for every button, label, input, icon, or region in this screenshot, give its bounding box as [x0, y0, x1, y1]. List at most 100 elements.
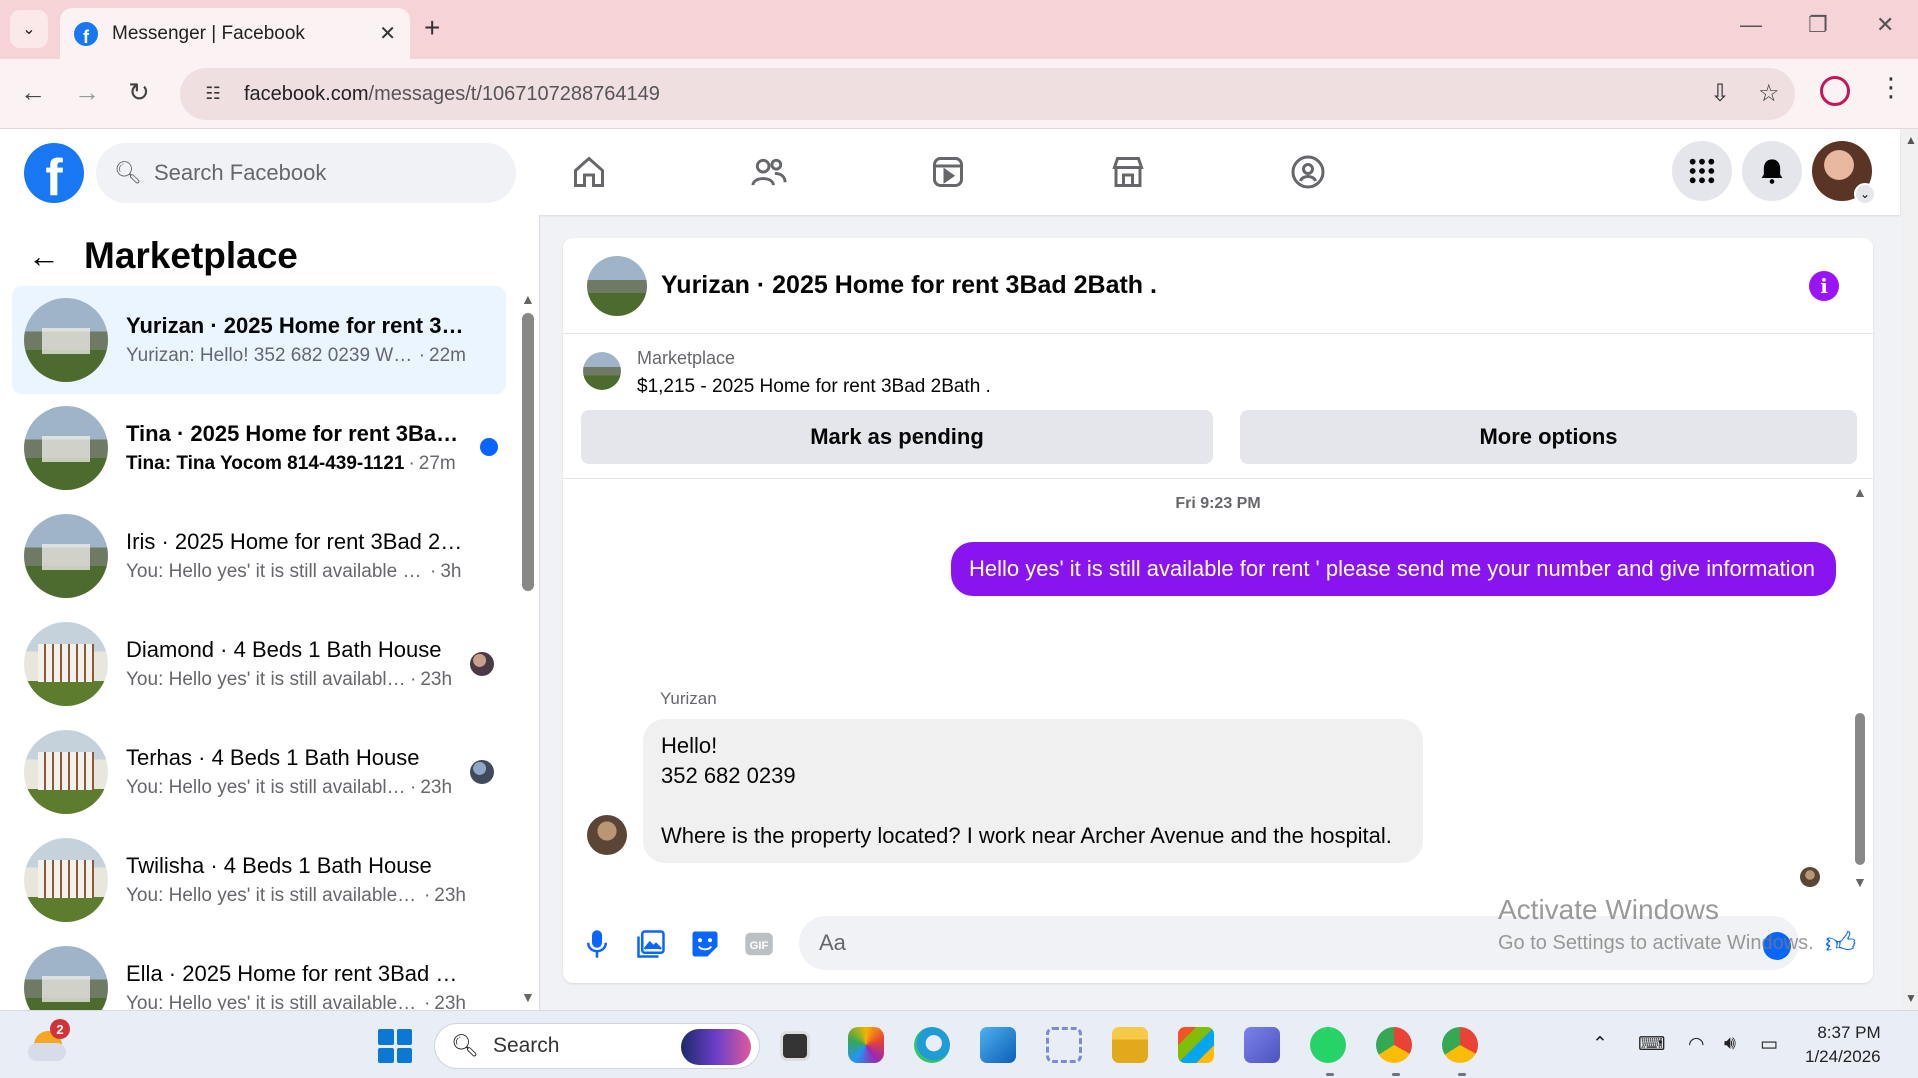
- chat-scroll-up-icon[interactable]: ▲: [1853, 484, 1867, 500]
- whatsapp-icon[interactable]: [1310, 1027, 1346, 1063]
- tab-search-button[interactable]: ⌄: [10, 10, 48, 48]
- bookmark-star-icon[interactable]: ☆: [1758, 79, 1780, 108]
- window-close-icon[interactable]: ✕: [1876, 12, 1894, 38]
- conversation-scrollbar[interactable]: [522, 313, 534, 591]
- home-icon[interactable]: [566, 149, 612, 195]
- page-scrollbar[interactable]: ▲ ▼: [1902, 129, 1918, 1010]
- outgoing-message[interactable]: Hello yes' it is still available for ren…: [951, 542, 1836, 596]
- conversation-item[interactable]: Yurizan · 2025 Home for rent 3Bad 2Bath …: [12, 286, 506, 394]
- conversation-time: 23h: [420, 669, 453, 690]
- wifi-icon[interactable]: ◠: [1688, 1033, 1705, 1056]
- listing-avatar[interactable]: [583, 352, 621, 390]
- conversation-title: Tina · 2025 Home for rent 3Bad 2Bath .: [126, 421, 466, 446]
- more-options-button[interactable]: More options: [1240, 410, 1857, 464]
- windows-start-icon[interactable]: [378, 1029, 412, 1063]
- taskbar-search-label: Search: [492, 1034, 560, 1057]
- listing-thumbnail: [24, 946, 108, 1010]
- file-explorer-icon[interactable]: [1112, 1027, 1148, 1063]
- chat-avatar[interactable]: [587, 255, 647, 316]
- conversation-item[interactable]: Iris · 2025 Home for rent 3Bad 2Bath . Y…: [12, 502, 506, 610]
- url-text[interactable]: facebook.com/messages/t/1067107288764149: [244, 83, 660, 106]
- conversation-title: Yurizan · 2025 Home for rent 3Bad 2Bath …: [126, 313, 466, 338]
- install-app-icon[interactable]: ⇩: [1710, 79, 1730, 108]
- site-info-icon[interactable]: ☷: [198, 79, 228, 109]
- listing-thumbnail: [24, 730, 108, 814]
- video-icon[interactable]: [925, 149, 971, 195]
- panel-title: Marketplace: [84, 235, 298, 276]
- microphone-icon[interactable]: [581, 928, 613, 960]
- page-scroll-down-icon[interactable]: ▼: [1905, 991, 1917, 1005]
- facebook-search[interactable]: 🔍︎: [96, 143, 516, 203]
- mark-as-pending-button[interactable]: Mark as pending: [581, 410, 1213, 464]
- scroll-up-arrow-icon[interactable]: ▲: [521, 291, 535, 307]
- conversation-item[interactable]: Twilisha · 4 Beds 1 Bath House You: Hell…: [12, 826, 506, 934]
- minimize-icon[interactable]: —: [1740, 12, 1762, 38]
- listing-thumbnail: [24, 406, 108, 490]
- volume-icon[interactable]: 🔊︎: [1724, 1033, 1736, 1055]
- snipping-tool-icon[interactable]: [1046, 1027, 1082, 1063]
- forward-icon[interactable]: →: [74, 77, 100, 108]
- keyboard-icon[interactable]: ⌨: [1638, 1033, 1665, 1056]
- conversation-panel: ← Marketplace Yurizan · 2025 Home for re…: [0, 215, 540, 1010]
- chat-scroll-down-icon[interactable]: ▼: [1853, 874, 1867, 890]
- facebook-search-input[interactable]: [153, 160, 494, 186]
- conversation-item[interactable]: Diamond · 4 Beds 1 Bath House You: Hello…: [12, 610, 506, 718]
- facebook-favicon-icon: f: [74, 21, 98, 46]
- back-arrow-icon[interactable]: ←: [28, 238, 60, 275]
- marketplace-icon[interactable]: [1105, 149, 1151, 195]
- outlook-icon[interactable]: [980, 1027, 1016, 1063]
- account-avatar[interactable]: ⌄: [1812, 141, 1876, 205]
- photo-attach-icon[interactable]: [635, 928, 667, 960]
- system-clock[interactable]: 8:37 PM 1/24/2026: [1805, 1021, 1881, 1069]
- close-tab-icon[interactable]: ✕: [379, 21, 396, 46]
- chrome-profile-m-icon[interactable]: [1376, 1027, 1412, 1063]
- restore-icon[interactable]: ❐: [1808, 12, 1828, 38]
- groups-icon[interactable]: [1285, 149, 1331, 195]
- browser-profile-icon[interactable]: [1820, 76, 1850, 106]
- incoming-message[interactable]: Hello! 352 682 0239 Where is the propert…: [643, 719, 1423, 863]
- info-icon[interactable]: i: [1809, 271, 1839, 301]
- address-bar[interactable]: ☷ facebook.com/messages/t/10671072887641…: [180, 68, 1795, 120]
- chat-scrollbar[interactable]: [1855, 713, 1865, 865]
- battery-icon[interactable]: ▭: [1760, 1033, 1778, 1056]
- seen-avatar: [470, 652, 494, 676]
- friends-icon[interactable]: [746, 149, 792, 195]
- browser-menu-icon[interactable]: ⋮: [1878, 72, 1904, 103]
- copilot-icon[interactable]: [848, 1027, 884, 1063]
- conversation-time: 23h: [420, 777, 453, 798]
- sender-avatar[interactable]: [587, 815, 627, 855]
- new-tab-icon[interactable]: +: [424, 12, 440, 44]
- facebook-logo-icon[interactable]: f: [24, 143, 84, 203]
- account-chevron-down-icon[interactable]: ⌄: [1854, 183, 1876, 205]
- teams-icon[interactable]: [1244, 1027, 1280, 1063]
- thumbs-up-icon[interactable]: 👍︎: [1825, 926, 1856, 962]
- listing-thumbnail: [24, 838, 108, 922]
- chrome-profile-2-icon[interactable]: [1442, 1027, 1478, 1063]
- conversation-item[interactable]: Tina · 2025 Home for rent 3Bad 2Bath . T…: [12, 394, 506, 502]
- scroll-down-arrow-icon[interactable]: ▼: [521, 989, 535, 1005]
- weather-widget-icon[interactable]: 2: [28, 1019, 70, 1063]
- tab-title: Messenger | Facebook: [112, 22, 305, 44]
- taskbar-search[interactable]: 🔍︎ Search: [434, 1023, 760, 1069]
- edge-icon[interactable]: [914, 1027, 950, 1063]
- windows-taskbar: 2 🔍︎ Search ⌃ ⌨ ◠ 🔊︎ ▭ 8:37 PM 1/24/2026: [0, 1010, 1918, 1078]
- chat-title[interactable]: Yurizan · 2025 Home for rent 3Bad 2Bath …: [661, 271, 1157, 300]
- task-view-icon[interactable]: [780, 1031, 810, 1061]
- marketplace-label: Marketplace: [637, 348, 736, 368]
- sticker-icon[interactable]: [689, 928, 721, 960]
- page-scroll-up-icon[interactable]: ▲: [1905, 133, 1917, 147]
- show-hidden-icons-chevron-icon[interactable]: ⌃: [1592, 1033, 1608, 1056]
- browser-tab[interactable]: f Messenger | Facebook ✕: [60, 8, 410, 59]
- activate-windows-watermark: Activate Windows Go to Settings to activ…: [1498, 894, 1814, 955]
- menu-grid-icon[interactable]: [1672, 141, 1732, 201]
- back-icon[interactable]: ←: [20, 77, 46, 108]
- reload-icon[interactable]: ↻: [128, 77, 150, 108]
- notifications-bell-icon[interactable]: [1742, 141, 1802, 201]
- conversation-item[interactable]: Terhas · 4 Beds 1 Bath House You: Hello …: [12, 718, 506, 826]
- listing-price-title[interactable]: $1,215 - 2025 Home for rent 3Bad 2Bath .: [637, 376, 991, 398]
- conversation-item[interactable]: Ella · 2025 Home for rent 3Bad 2Bath . Y…: [12, 934, 506, 1010]
- microsoft-store-icon[interactable]: [1178, 1027, 1214, 1063]
- watermark-title: Activate Windows: [1498, 894, 1719, 925]
- listing-thumbnail: [24, 298, 108, 382]
- gif-icon[interactable]: GIF: [743, 928, 775, 960]
